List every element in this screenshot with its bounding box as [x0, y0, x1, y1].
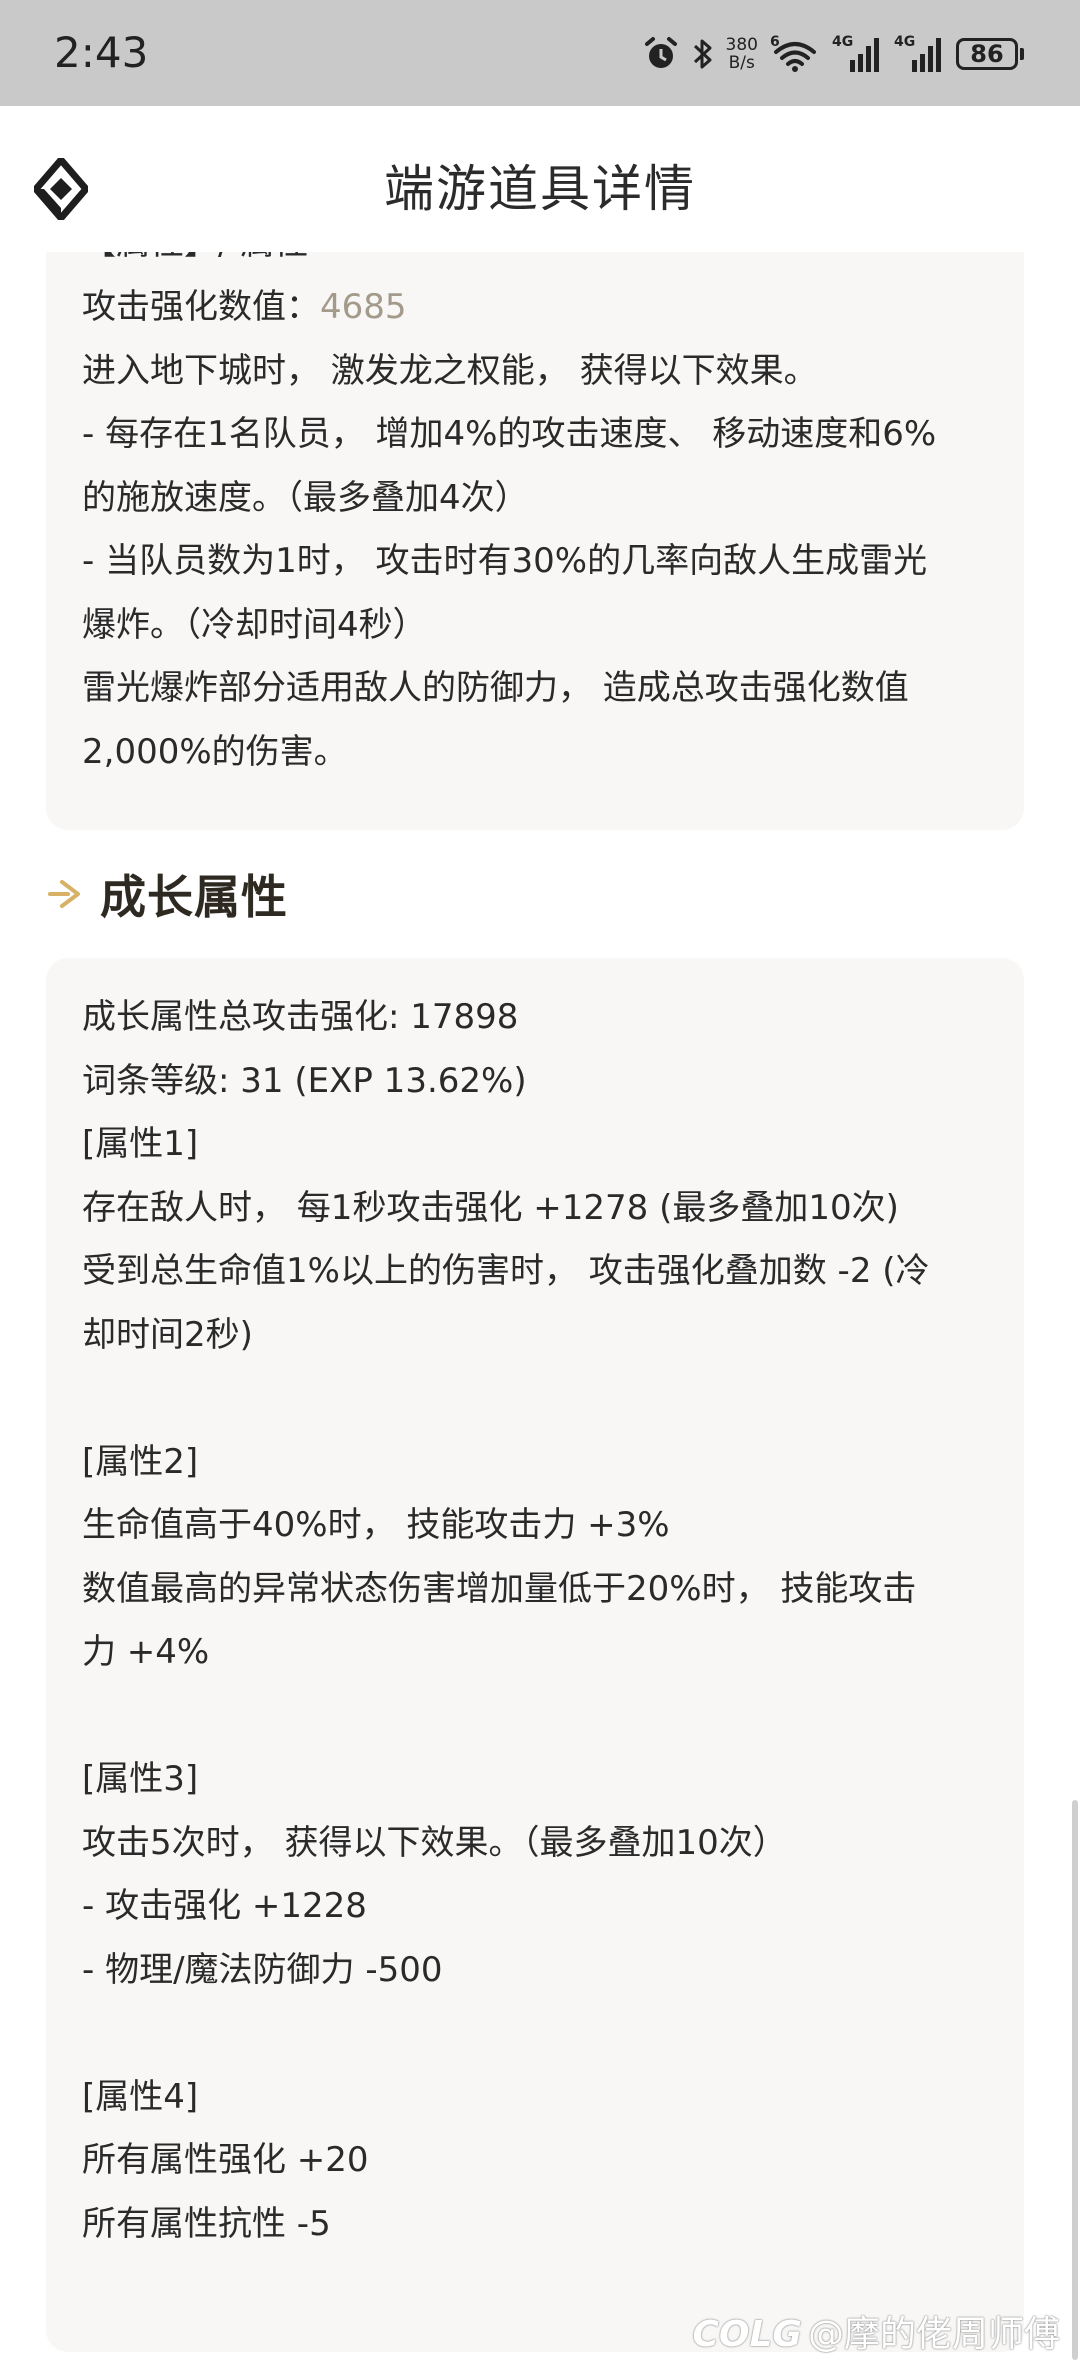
growth-line: [属性3]: [82, 1759, 199, 1799]
growth-line: [属性1]: [82, 1124, 199, 1164]
watermark-text: @摩的佬周师傅: [807, 2314, 1060, 2355]
arrow-right-icon: [48, 880, 80, 908]
signal-bars-icon: [912, 38, 941, 72]
net-speed: 380 B/s: [726, 36, 758, 72]
effect-line: - 每存在1名队员， 增加4%的攻击速度、 移动速度和6%: [82, 414, 937, 454]
section-title: 成长属性: [100, 870, 288, 924]
growth-line: 成长属性总攻击强化: 17898: [82, 997, 519, 1037]
scrollbar[interactable]: [1072, 1800, 1078, 2360]
growth-line: [属性4]: [82, 2076, 199, 2117]
clipped-line: 【属性】/ 属性: [82, 252, 988, 276]
watermark-logo: COLG: [692, 2314, 802, 2355]
signal-bars-icon: [850, 38, 879, 72]
item-effect-card: 【属性】/ 属性 攻击强化数值：4685 进入地下城时， 激发龙之权能， 获得以…: [46, 252, 1024, 830]
attack-label: 攻击强化数值：: [82, 287, 320, 327]
status-bar: 2:43 380 B/s 6 4G 4G 86: [0, 0, 1080, 106]
effect-line: 雷光爆炸部分适用敌人的防御力， 造成总攻击强化数值: [82, 668, 909, 708]
growth-line: 攻击5次时， 获得以下效果。（最多叠加10次）: [82, 1822, 787, 1863]
wifi-icon: [774, 42, 816, 72]
growth-line: - 攻击强化 +1228: [82, 1886, 367, 1926]
status-time: 2:43: [54, 28, 149, 77]
app-header: 端游道具详情: [0, 106, 1080, 272]
growth-attributes-card: 成长属性总攻击强化: 17898 词条等级: 31 (EXP 13.62%) […: [46, 958, 1024, 2352]
growth-line: 存在敌人时， 每1秒攻击强化 +1278 (最多叠加10次): [82, 1187, 899, 1228]
effect-line: 2,000%的伤害。: [82, 731, 348, 772]
battery-level: 86: [956, 38, 1018, 70]
growth-section-header: 成长属性: [46, 864, 288, 924]
watermark: COLG @摩的佬周师傅: [692, 2305, 1060, 2357]
bluetooth-icon: [693, 39, 712, 69]
growth-line: 所有属性抗性 -5: [82, 2203, 331, 2244]
effect-line: 爆炸。（冷却时间4秒）: [82, 604, 427, 645]
effect-line: 进入地下城时， 激发龙之权能， 获得以下效果。: [82, 350, 818, 391]
battery-nub: [1020, 48, 1024, 60]
attack-value-line: 攻击强化数值：4685: [82, 276, 988, 340]
growth-line: 所有属性强化 +20: [82, 2140, 369, 2180]
item-detail-content[interactable]: 【属性】/ 属性 攻击强化数值：4685 进入地下城时， 激发龙之权能， 获得以…: [0, 252, 1080, 2375]
attack-value: 4685: [320, 287, 407, 327]
growth-line: 却时间2秒): [82, 1314, 253, 1355]
growth-line: 词条等级: 31 (EXP 13.62%): [82, 1060, 527, 1101]
growth-line: [属性2]: [82, 1441, 199, 1482]
effect-line: 的施放速度。（最多叠加4次）: [82, 477, 529, 518]
wifi-indicator: 6: [770, 34, 820, 74]
net-speed-unit: B/s: [728, 53, 755, 73]
signal-indicator-1: 4G: [832, 34, 882, 74]
growth-line: 生命值高于40%时， 技能攻击力 +3%: [82, 1505, 670, 1545]
growth-line: 受到总生命值1%以上的伤害时， 攻击强化叠加数 -2 (冷: [82, 1251, 930, 1291]
status-icons: 380 B/s 6 4G 4G 86: [642, 28, 1024, 80]
net-speed-value: 380: [725, 35, 758, 55]
page-title: 端游道具详情: [384, 160, 696, 218]
battery-indicator: 86: [956, 38, 1024, 70]
effect-line: - 当队员数为1时， 攻击时有30%的几率向敌人生成雷光: [82, 541, 928, 581]
signal-indicator-2: 4G: [894, 34, 944, 74]
growth-line: 力 +4%: [82, 1632, 210, 1672]
growth-line: 数值最高的异常状态伤害增加量低于20%时， 技能攻击: [82, 1568, 917, 1609]
alarm-icon: [644, 37, 677, 68]
growth-line: - 物理/魔法防御力 -500: [82, 1949, 443, 1990]
